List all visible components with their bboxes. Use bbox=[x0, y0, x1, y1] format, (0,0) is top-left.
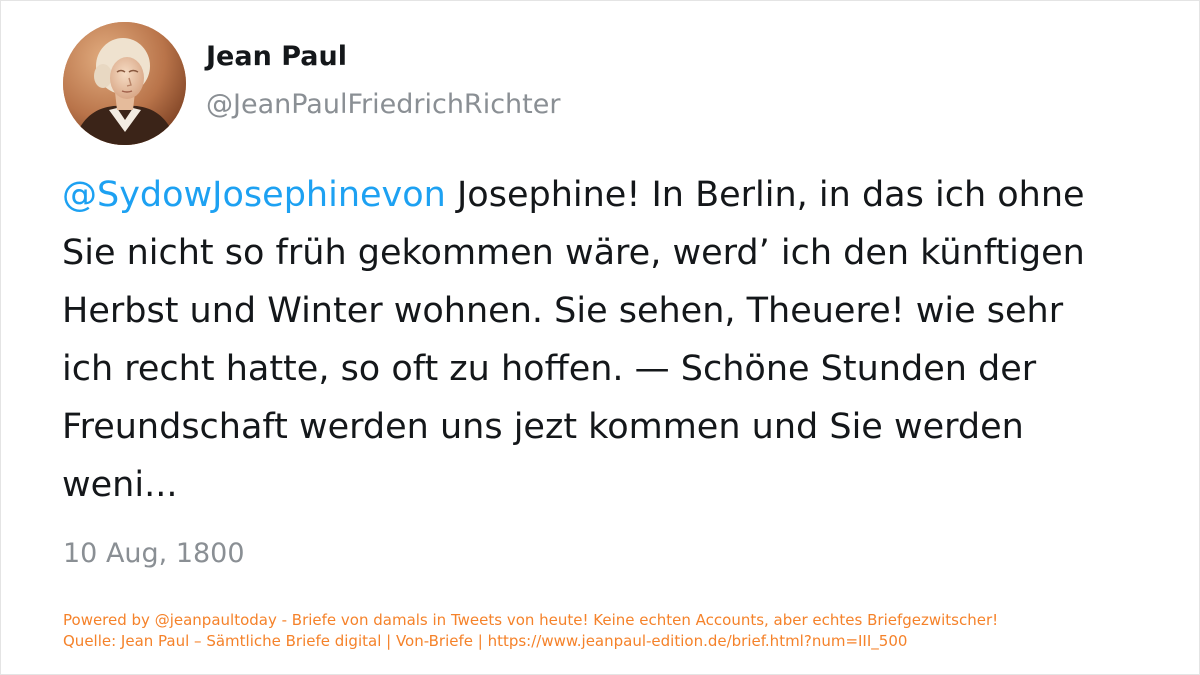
powered-by-text: Powered by @jeanpaultoday - Briefe von d… bbox=[63, 611, 999, 629]
tweet-body: Josephine! In Berlin, in das ich ohne Si… bbox=[62, 175, 1085, 505]
user-handle[interactable]: @JeanPaulFriedrichRichter bbox=[206, 89, 560, 120]
display-name[interactable]: Jean Paul bbox=[206, 41, 347, 72]
mention-link[interactable]: @SydowJosephinevon bbox=[62, 175, 446, 215]
portrait-icon bbox=[63, 22, 186, 145]
profile-avatar[interactable] bbox=[63, 22, 186, 145]
tweet-card: Jean Paul @JeanPaulFriedrichRichter @Syd… bbox=[0, 0, 1200, 675]
footer-credits: Powered by @jeanpaultoday - Briefe von d… bbox=[63, 610, 998, 652]
tweet-date[interactable]: 10 Aug, 1800 bbox=[63, 538, 245, 569]
source-text: Quelle: Jean Paul – Sämtliche Briefe dig… bbox=[63, 632, 908, 650]
tweet-text: @SydowJosephinevon Josephine! In Berlin,… bbox=[62, 166, 1122, 514]
